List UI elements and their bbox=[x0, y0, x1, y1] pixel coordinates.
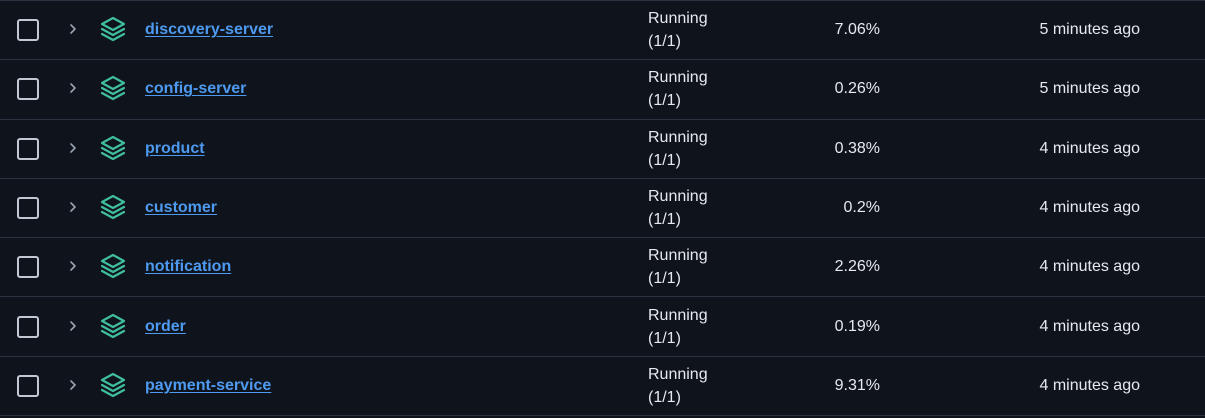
age-text: 4 minutes ago bbox=[1039, 199, 1140, 217]
table-row[interactable]: payment-service Running (1/1) 9.31% 4 mi… bbox=[0, 357, 1205, 417]
cpu-usage: 0.26% bbox=[834, 80, 880, 98]
status-text: Running bbox=[648, 69, 708, 87]
cpu-usage: 0.2% bbox=[843, 199, 880, 217]
age-text: 4 minutes ago bbox=[1039, 317, 1140, 335]
row-checkbox[interactable] bbox=[17, 256, 39, 279]
age-text: 5 minutes ago bbox=[1039, 80, 1140, 98]
layers-icon bbox=[99, 312, 127, 340]
cpu-usage: 7.06% bbox=[834, 21, 880, 39]
status-text: Running bbox=[648, 128, 708, 146]
row-checkbox[interactable] bbox=[17, 19, 39, 42]
status-cell: Running (1/1) bbox=[648, 304, 708, 350]
table-row[interactable]: notification Running (1/1) 2.26% 4 minut… bbox=[0, 238, 1205, 298]
cpu-usage: 2.26% bbox=[834, 258, 880, 276]
layers-icon bbox=[99, 252, 127, 280]
row-checkbox[interactable] bbox=[17, 137, 39, 160]
status-text: Running bbox=[648, 306, 708, 324]
service-name-link[interactable]: config-server bbox=[145, 80, 246, 98]
age-text: 4 minutes ago bbox=[1039, 376, 1140, 394]
replica-count: (1/1) bbox=[648, 388, 681, 406]
status-cell: Running (1/1) bbox=[648, 363, 708, 409]
layers-icon bbox=[99, 134, 127, 162]
table-row[interactable]: discovery-server Running (1/1) 7.06% 5 m… bbox=[0, 1, 1205, 61]
layers-icon bbox=[99, 74, 127, 102]
replica-count: (1/1) bbox=[648, 33, 681, 51]
cpu-usage: 0.19% bbox=[834, 317, 880, 335]
age-text: 4 minutes ago bbox=[1039, 258, 1140, 276]
replica-count: (1/1) bbox=[648, 151, 681, 169]
status-text: Running bbox=[648, 247, 708, 265]
status-cell: Running (1/1) bbox=[648, 126, 708, 172]
service-name-link[interactable]: order bbox=[145, 318, 186, 336]
service-name-link[interactable]: notification bbox=[145, 258, 231, 276]
chevron-right-icon[interactable] bbox=[64, 317, 82, 335]
layers-icon bbox=[99, 15, 127, 43]
service-name-link[interactable]: payment-service bbox=[145, 377, 271, 395]
chevron-right-icon[interactable] bbox=[64, 139, 82, 157]
age-text: 4 minutes ago bbox=[1039, 139, 1140, 157]
table-row[interactable]: order Running (1/1) 0.19% 4 minutes ago bbox=[0, 297, 1205, 357]
service-name-link[interactable]: discovery-server bbox=[145, 21, 273, 39]
service-name-link[interactable]: product bbox=[145, 140, 205, 158]
row-checkbox[interactable] bbox=[17, 315, 39, 338]
cpu-usage: 0.38% bbox=[834, 139, 880, 157]
table-row[interactable]: config-server Running (1/1) 0.26% 5 minu… bbox=[0, 60, 1205, 120]
row-checkbox[interactable] bbox=[17, 197, 39, 220]
replica-count: (1/1) bbox=[648, 270, 681, 288]
chevron-right-icon[interactable] bbox=[64, 376, 82, 394]
services-table: discovery-server Running (1/1) 7.06% 5 m… bbox=[0, 0, 1205, 418]
layers-icon bbox=[99, 371, 127, 399]
layers-icon bbox=[99, 193, 127, 221]
row-checkbox[interactable] bbox=[17, 78, 39, 101]
status-cell: Running (1/1) bbox=[648, 7, 708, 53]
service-name-link[interactable]: customer bbox=[145, 199, 217, 217]
table-row[interactable]: customer Running (1/1) 0.2% 4 minutes ag… bbox=[0, 179, 1205, 239]
chevron-right-icon[interactable] bbox=[64, 79, 82, 97]
chevron-right-icon[interactable] bbox=[64, 198, 82, 216]
status-cell: Running (1/1) bbox=[648, 185, 708, 231]
status-text: Running bbox=[648, 365, 708, 383]
replica-count: (1/1) bbox=[648, 329, 681, 347]
row-checkbox[interactable] bbox=[17, 374, 39, 397]
replica-count: (1/1) bbox=[648, 211, 681, 229]
cpu-usage: 9.31% bbox=[834, 376, 880, 394]
table-row[interactable]: product Running (1/1) 0.38% 4 minutes ag… bbox=[0, 120, 1205, 179]
status-cell: Running (1/1) bbox=[648, 244, 708, 290]
chevron-right-icon[interactable] bbox=[64, 257, 82, 275]
age-text: 5 minutes ago bbox=[1039, 21, 1140, 39]
status-cell: Running (1/1) bbox=[648, 66, 708, 112]
chevron-right-icon[interactable] bbox=[64, 20, 82, 38]
replica-count: (1/1) bbox=[648, 92, 681, 110]
status-text: Running bbox=[648, 10, 708, 28]
status-text: Running bbox=[648, 188, 708, 206]
